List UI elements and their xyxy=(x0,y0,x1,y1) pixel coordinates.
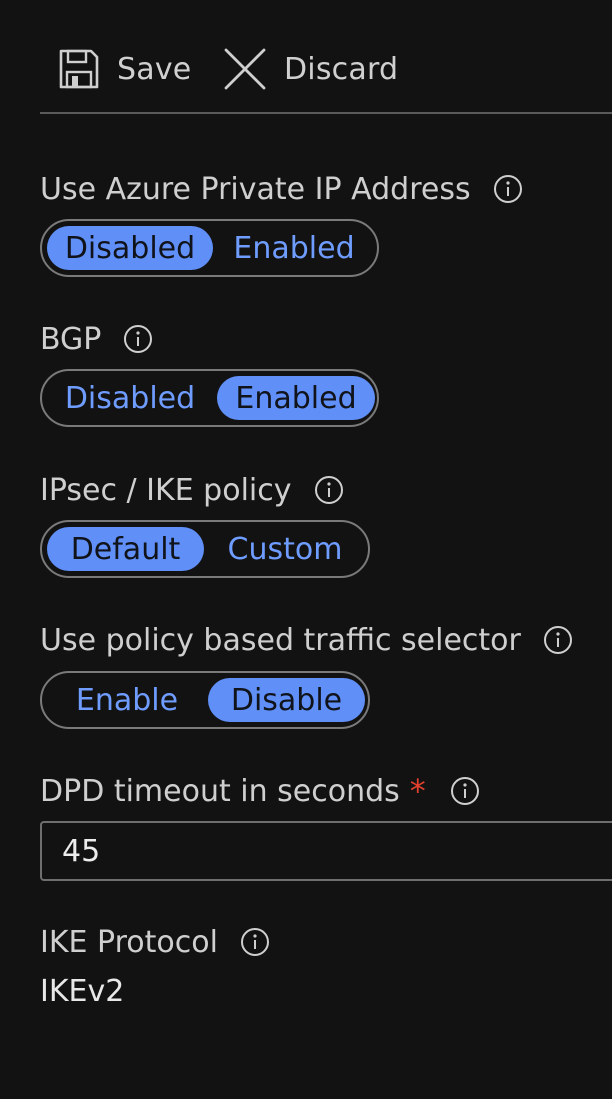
ipsec-field-label: IPsec / IKE policy xyxy=(40,468,344,512)
info-icon[interactable] xyxy=(314,475,344,505)
discard-button[interactable]: Discard xyxy=(223,46,398,92)
ipsec-label: IPsec / IKE policy xyxy=(40,472,292,508)
bgp-field-label: BGP xyxy=(40,317,153,361)
policy-selector-option-enable[interactable]: Enable xyxy=(47,678,207,722)
ike-protocol-field-label: IKE Protocol xyxy=(40,920,270,964)
command-toolbar: Save Discard xyxy=(40,36,612,114)
private-ip-label: Use Azure Private IP Address xyxy=(40,171,471,207)
bgp-label: BGP xyxy=(40,321,102,357)
connection-configuration-panel: Save Discard Use Azure Private IP Addres… xyxy=(0,0,612,1099)
info-icon[interactable] xyxy=(240,927,270,957)
info-icon[interactable] xyxy=(543,625,573,655)
bgp-toggle: Disabled Enabled xyxy=(40,369,379,427)
private-ip-toggle: Disabled Enabled xyxy=(40,219,379,277)
info-icon[interactable] xyxy=(493,174,523,204)
ike-protocol-value: IKEv2 xyxy=(40,974,125,1009)
bgp-option-enabled[interactable]: Enabled xyxy=(217,376,375,420)
ipsec-option-default[interactable]: Default xyxy=(47,527,204,571)
info-icon[interactable] xyxy=(123,324,153,354)
ipsec-toggle: Default Custom xyxy=(40,520,370,578)
save-label: Save xyxy=(117,51,192,87)
private-ip-field-label: Use Azure Private IP Address xyxy=(40,167,523,211)
info-icon[interactable] xyxy=(450,776,480,806)
save-button[interactable]: Save xyxy=(58,46,191,92)
policy-selector-field-label: Use policy based traffic selector xyxy=(40,618,573,662)
dpd-timeout-label: DPD timeout in seconds xyxy=(40,773,400,809)
policy-selector-label: Use policy based traffic selector xyxy=(40,622,521,658)
dpd-timeout-input[interactable] xyxy=(40,821,612,881)
policy-selector-toggle: Enable Disable xyxy=(40,671,370,729)
bgp-option-disabled[interactable]: Disabled xyxy=(47,376,213,420)
close-x-icon xyxy=(223,47,267,91)
required-marker: * xyxy=(409,772,426,810)
ipsec-option-custom[interactable]: Custom xyxy=(204,527,366,571)
dpd-timeout-field-label: DPD timeout in seconds * xyxy=(40,769,480,813)
discard-label: Discard xyxy=(284,51,399,87)
private-ip-option-disabled[interactable]: Disabled xyxy=(47,226,213,270)
policy-selector-option-disable[interactable]: Disable xyxy=(208,678,365,722)
ike-protocol-label: IKE Protocol xyxy=(40,924,218,960)
private-ip-option-enabled[interactable]: Enabled xyxy=(213,226,375,270)
save-floppy-icon xyxy=(58,48,100,90)
